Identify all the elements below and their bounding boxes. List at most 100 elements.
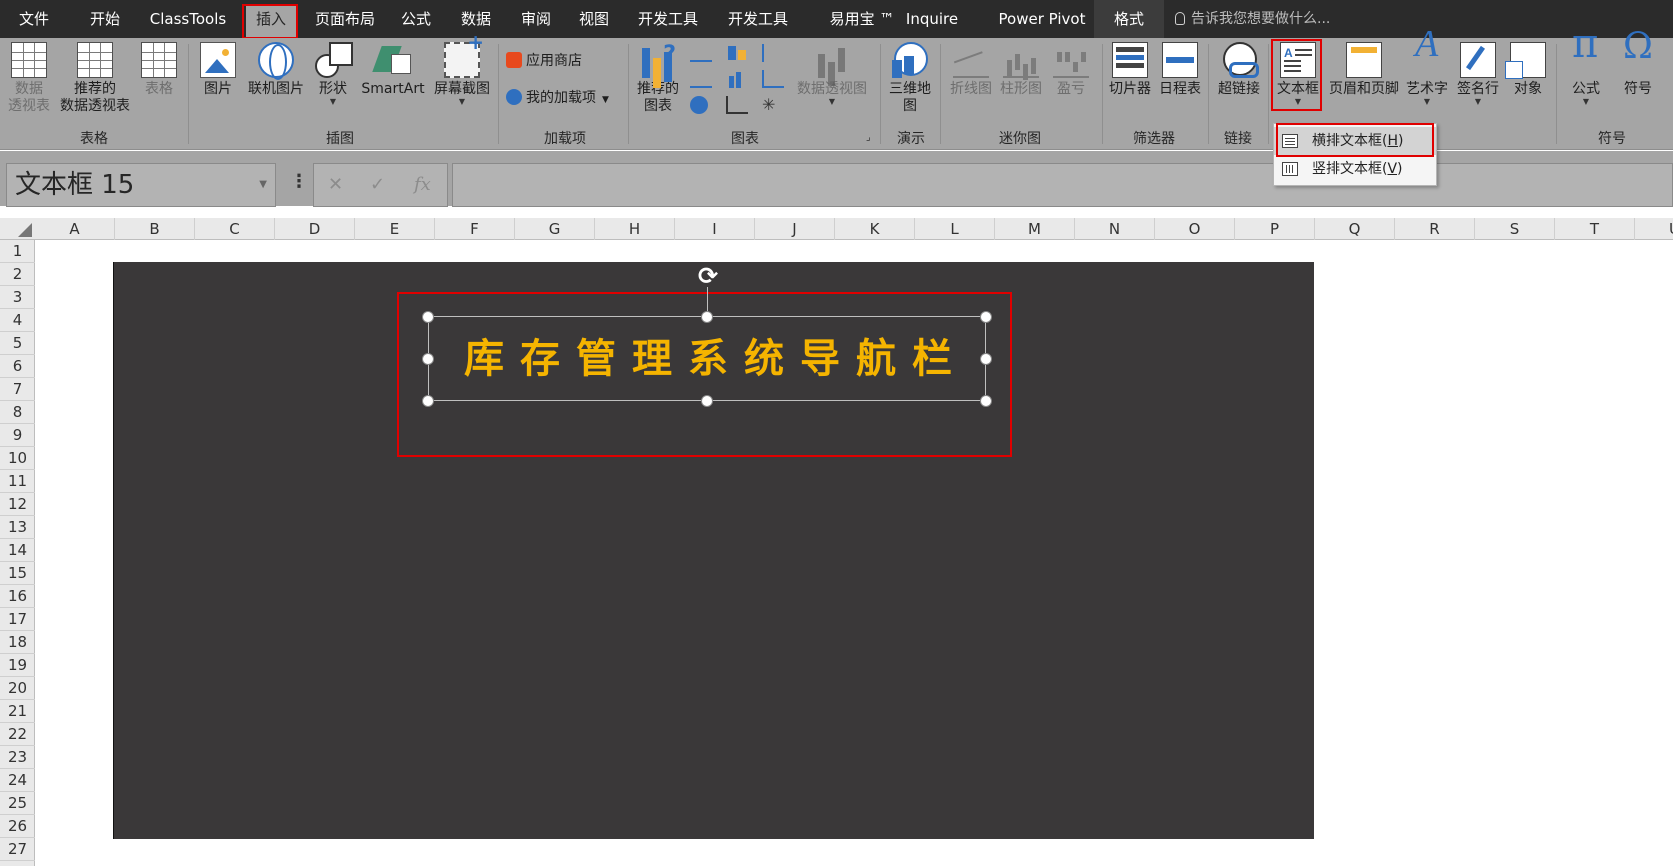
- title-textbox[interactable]: 库存管理系统导航栏: [428, 316, 986, 401]
- tell-me-search[interactable]: 告诉我您想要做什么...: [1175, 0, 1330, 38]
- column-header-cell[interactable]: H: [595, 218, 675, 240]
- radar-chart-icon[interactable]: ✳: [762, 96, 784, 114]
- column-header-cell[interactable]: L: [915, 218, 995, 240]
- slicer-button[interactable]: 切片器: [1106, 42, 1154, 98]
- my-addins-button[interactable]: 我的加载项 ▼: [506, 87, 609, 109]
- resize-handle-right[interactable]: [980, 353, 992, 365]
- resize-handle-top-left[interactable]: [422, 311, 434, 323]
- timeline-button[interactable]: 日程表: [1156, 42, 1204, 98]
- 3d-map-button[interactable]: 三维地 图: [886, 42, 934, 115]
- sparkline-column-button[interactable]: 柱形图: [996, 42, 1046, 98]
- tab-developer[interactable]: 开发工具: [632, 0, 704, 38]
- column-header-cell[interactable]: A: [35, 218, 115, 240]
- pictures-button[interactable]: 图片: [198, 42, 238, 98]
- object-button[interactable]: 对象: [1505, 42, 1548, 98]
- cancel-icon[interactable]: ✕: [328, 174, 343, 195]
- hyperlink-button[interactable]: 超链接: [1214, 42, 1264, 98]
- recommended-pivot-button[interactable]: 推荐的 数据透视表: [56, 42, 134, 115]
- column-header-cell[interactable]: O: [1155, 218, 1235, 240]
- column-header-cell[interactable]: K: [835, 218, 915, 240]
- insert-function-icon[interactable]: fx: [414, 174, 431, 195]
- row-header-cell[interactable]: 25: [0, 792, 35, 815]
- row-header-cell[interactable]: 14: [0, 539, 35, 562]
- wordart-button[interactable]: 艺术字 ▼: [1404, 36, 1450, 106]
- hierarchy-chart-icon[interactable]: [726, 44, 748, 62]
- shapes-button[interactable]: 形状 ▼: [312, 42, 354, 106]
- symbol-button[interactable]: 符号: [1616, 38, 1660, 98]
- row-header-cell[interactable]: 6: [0, 355, 35, 378]
- screenshot-button[interactable]: 屏幕截图 ▼: [430, 34, 494, 106]
- row-header-cell[interactable]: 3: [0, 286, 35, 309]
- more-options-icon[interactable]: ⋮: [290, 171, 308, 192]
- signature-line-button[interactable]: 签名行 ▼: [1454, 42, 1502, 106]
- statistic-chart-icon[interactable]: [726, 70, 748, 88]
- row-header-cell[interactable]: 10: [0, 447, 35, 470]
- column-header-cell[interactable]: C: [195, 218, 275, 240]
- row-header-cell[interactable]: 16: [0, 585, 35, 608]
- sparkline-winloss-button[interactable]: 盈亏: [1050, 42, 1092, 98]
- menu-item-horizontal-textbox[interactable]: 横排文本框(H): [1274, 127, 1436, 155]
- name-box[interactable]: 文本框 15 ▼: [6, 163, 276, 207]
- smartart-button[interactable]: SmartArt: [358, 42, 428, 98]
- tab-yiyongbao[interactable]: 易用宝 ™: [812, 0, 912, 38]
- column-header-cell[interactable]: T: [1555, 218, 1635, 240]
- store-button[interactable]: 应用商店: [506, 50, 582, 72]
- waterfall-chart-icon[interactable]: [762, 44, 784, 62]
- resize-handle-bottom-right[interactable]: [980, 395, 992, 407]
- column-header-cell[interactable]: R: [1395, 218, 1475, 240]
- row-header-cell[interactable]: 23: [0, 746, 35, 769]
- row-header-cell[interactable]: 26: [0, 815, 35, 838]
- pivot-table-button[interactable]: 数据 透视表: [4, 42, 54, 115]
- tab-view[interactable]: 视图: [572, 0, 616, 38]
- line-chart-icon[interactable]: [690, 70, 712, 88]
- row-header-cell[interactable]: 1: [0, 240, 35, 263]
- tab-formulas[interactable]: 公式: [395, 0, 437, 38]
- scatter-chart-icon[interactable]: [726, 96, 748, 114]
- column-header-cell[interactable]: P: [1235, 218, 1315, 240]
- column-header-cell[interactable]: E: [355, 218, 435, 240]
- column-header-cell[interactable]: S: [1475, 218, 1555, 240]
- tab-inquire[interactable]: Inquire: [902, 0, 962, 38]
- rotate-handle-icon[interactable]: ⟳: [694, 263, 722, 291]
- textbox-button[interactable]: 文本框 ▼: [1274, 42, 1322, 106]
- column-header-cell[interactable]: B: [115, 218, 195, 240]
- row-header-cell[interactable]: 17: [0, 608, 35, 631]
- sparkline-line-button[interactable]: 折线图: [946, 42, 996, 98]
- resize-handle-left[interactable]: [422, 353, 434, 365]
- resize-handle-bottom-left[interactable]: [422, 395, 434, 407]
- row-header-cell[interactable]: 8: [0, 401, 35, 424]
- resize-handle-bottom[interactable]: [701, 395, 713, 407]
- column-header-cell[interactable]: Q: [1315, 218, 1395, 240]
- tab-file[interactable]: 文件: [8, 0, 60, 38]
- tab-developer-2[interactable]: 开发工具: [722, 0, 794, 38]
- row-header-cell[interactable]: 18: [0, 631, 35, 654]
- online-pictures-button[interactable]: 联机图片: [244, 42, 308, 98]
- row-header-cell[interactable]: 13: [0, 516, 35, 539]
- column-header-cell[interactable]: D: [275, 218, 355, 240]
- header-footer-button[interactable]: 页眉和页脚: [1326, 42, 1402, 98]
- row-header-cell[interactable]: 19: [0, 654, 35, 677]
- enter-icon[interactable]: ✓: [370, 174, 385, 195]
- column-header-cell[interactable]: N: [1075, 218, 1155, 240]
- row-header-cell[interactable]: 9: [0, 424, 35, 447]
- resize-handle-top-right[interactable]: [980, 311, 992, 323]
- column-header-cell[interactable]: U: [1635, 218, 1673, 240]
- column-chart-icon[interactable]: [690, 44, 712, 62]
- tab-classtools[interactable]: ClassTools: [140, 0, 236, 38]
- tab-home[interactable]: 开始: [82, 0, 128, 38]
- recommended-charts-button[interactable]: 推荐的 图表: [634, 42, 682, 115]
- row-header-cell[interactable]: 20: [0, 677, 35, 700]
- column-header-cell[interactable]: M: [995, 218, 1075, 240]
- row-header-cell[interactable]: 27: [0, 838, 35, 861]
- equation-button[interactable]: 公式 ▼: [1564, 36, 1608, 106]
- charts-dialog-launcher-icon[interactable]: ⌟: [866, 132, 871, 143]
- resize-handle-top[interactable]: [701, 311, 713, 323]
- column-header-cell[interactable]: J: [755, 218, 835, 240]
- row-header-cell[interactable]: 15: [0, 562, 35, 585]
- pivot-chart-button[interactable]: 数据透视图 ▼: [794, 42, 870, 106]
- row-header-cell[interactable]: 5: [0, 332, 35, 355]
- tab-page-layout[interactable]: 页面布局: [308, 0, 382, 38]
- row-header-cell[interactable]: 24: [0, 769, 35, 792]
- tab-review[interactable]: 审阅: [514, 0, 558, 38]
- row-header-cell[interactable]: 2: [0, 263, 35, 286]
